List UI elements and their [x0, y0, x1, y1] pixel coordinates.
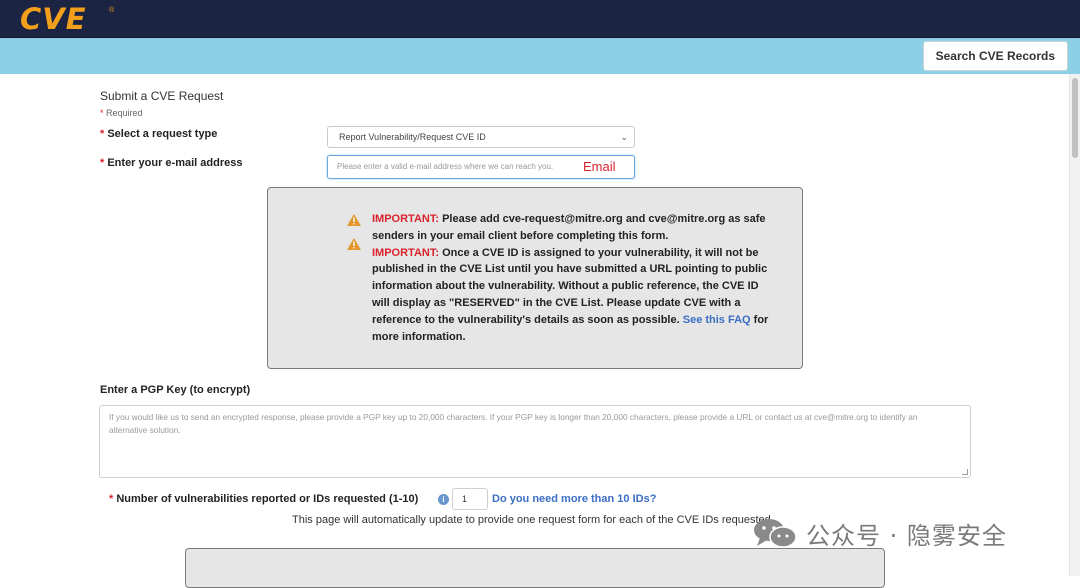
watermark: 公众号 · 隐雾安全	[752, 516, 1048, 550]
email-annotation: Email	[583, 159, 616, 174]
scrollbar-thumb[interactable]	[1072, 78, 1078, 158]
registered-mark: ®	[109, 7, 115, 14]
page-scrollbar[interactable]	[1069, 74, 1080, 576]
chevron-down-icon: ⌄	[620, 132, 628, 142]
important-notice-box: IMPORTANT: Please add cve-request@mitre.…	[267, 187, 803, 369]
top-navigation-bar: CVE ®	[0, 0, 1080, 38]
request-type-label: * Select a request type	[100, 128, 217, 140]
notice-text: IMPORTANT: Please add cve-request@mitre.…	[372, 211, 772, 345]
pgp-key-label: Enter a PGP Key (to encrypt)	[100, 384, 251, 396]
vulnerability-count-label-text: Number of vulnerabilities reported or ID…	[116, 493, 419, 505]
info-icon[interactable]: i	[438, 494, 449, 505]
warning-icon	[347, 238, 361, 250]
required-note: * Required	[100, 108, 143, 118]
email-field[interactable]: Please enter a valid e-mail address wher…	[327, 155, 635, 179]
email-placeholder: Please enter a valid e-mail address wher…	[337, 162, 554, 171]
watermark-text: 公众号 · 隐雾安全	[806, 522, 1007, 550]
vulnerability-count-input[interactable]: 1	[452, 488, 488, 510]
form-title: Submit a CVE Request	[100, 89, 224, 103]
required-note-text: Required	[106, 108, 143, 118]
more-than-10-ids-link[interactable]: Do you need more than 10 IDs?	[492, 493, 656, 505]
request-type-label-text: Select a request type	[107, 128, 218, 140]
vulnerability-count-label: * Number of vulnerabilities reported or …	[109, 493, 418, 505]
resize-handle-icon[interactable]	[962, 469, 968, 475]
email-label: * Enter your e-mail address	[100, 157, 242, 169]
logo-text: CVE	[20, 2, 87, 36]
required-star: *	[100, 128, 105, 140]
faq-link[interactable]: See this FAQ	[683, 314, 751, 326]
chat-bubble-icon	[754, 519, 797, 548]
important-label-2: IMPORTANT:	[372, 246, 440, 259]
required-star: *	[100, 108, 104, 118]
auto-update-note: This page will automatically update to p…	[292, 514, 774, 526]
pgp-key-placeholder: If you would like us to send an encrypte…	[109, 412, 918, 435]
warning-icon	[347, 214, 361, 226]
cve-logo[interactable]: CVE ®	[20, 2, 114, 36]
secondary-navigation-bar: Search CVE Records	[0, 38, 1080, 74]
search-cve-records-button[interactable]: Search CVE Records	[922, 41, 1068, 71]
required-star: *	[109, 493, 114, 505]
email-label-text: Enter your e-mail address	[107, 157, 243, 169]
important-label-1: IMPORTANT:	[372, 213, 440, 225]
required-star: *	[100, 157, 105, 169]
request-type-select[interactable]: Report Vulnerability/Request CVE ID ⌄	[327, 126, 635, 148]
second-notice-box	[185, 548, 885, 588]
request-type-value: Report Vulnerability/Request CVE ID	[339, 132, 486, 142]
pgp-key-textarea[interactable]: If you would like us to send an encrypte…	[99, 405, 971, 478]
